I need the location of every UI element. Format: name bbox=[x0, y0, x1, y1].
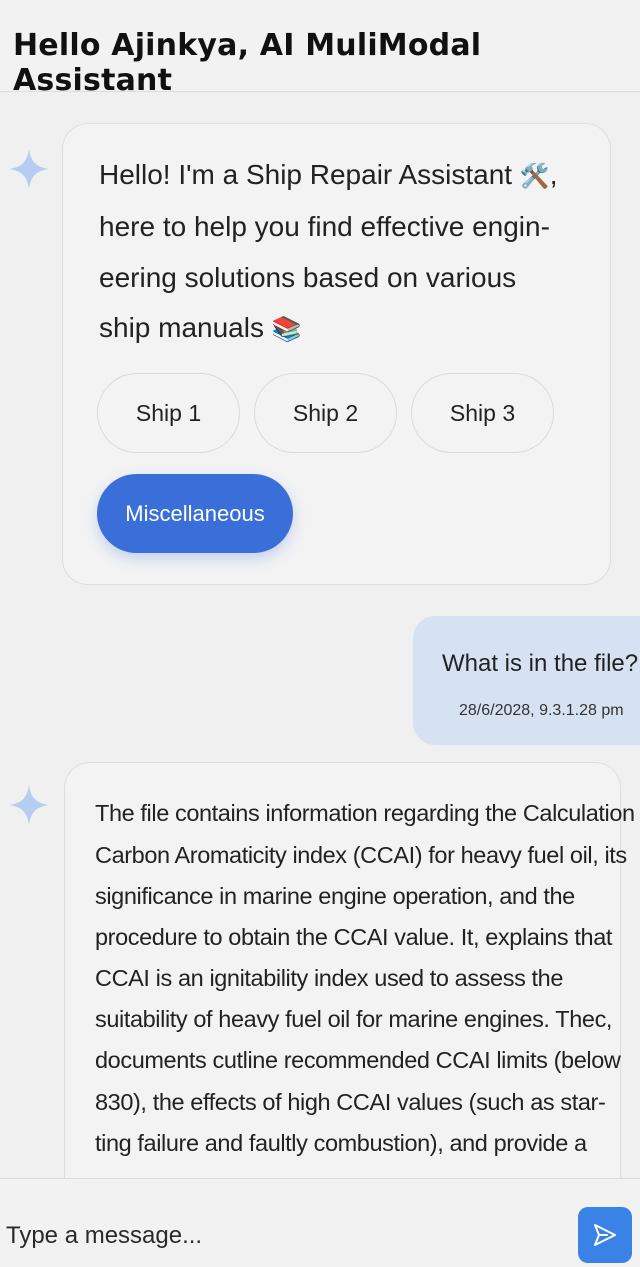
welcome-line: here to help you find effective engin- bbox=[99, 211, 550, 242]
send-button[interactable] bbox=[578, 1207, 632, 1263]
answer-line: The file contains information regarding … bbox=[95, 800, 635, 826]
assistant-answer-card: The file contains information regarding … bbox=[64, 762, 635, 1178]
answer-line: documents cutline recommended CCAI limit… bbox=[95, 1047, 621, 1073]
welcome-line: ship manuals 📚 bbox=[99, 312, 302, 343]
books-icon: 📚 bbox=[271, 316, 302, 343]
welcome-line: Hello! I'm a Ship Repair Assistant 🛠️, bbox=[99, 159, 558, 190]
message-input[interactable] bbox=[6, 1219, 566, 1253]
send-icon bbox=[594, 1224, 616, 1246]
message-composer bbox=[0, 1178, 640, 1267]
miscellaneous-button[interactable]: Miscellaneous bbox=[97, 474, 293, 553]
app-header: Hello Ajinkya, AI MuliModal Assistant bbox=[0, 0, 640, 98]
sparkle-icon bbox=[9, 785, 49, 825]
chat-area[interactable]: Hello! I'm a Ship Repair Assistant 🛠️, h… bbox=[0, 92, 640, 1178]
answer-line: procedure to obtain the CCAI value. It, … bbox=[95, 924, 613, 950]
user-message-text: What is in the file? bbox=[442, 650, 639, 677]
answer-line: 830), the effects of high CCAI values (s… bbox=[95, 1089, 606, 1115]
sparkle-icon bbox=[9, 149, 49, 189]
assistant-welcome-card: Hello! I'm a Ship Repair Assistant 🛠️, h… bbox=[62, 123, 611, 585]
tools-icon: 🛠️ bbox=[519, 163, 550, 190]
message-timestamp: 28/6/2028, 9.3.1.28 pm bbox=[459, 702, 624, 719]
page-title: Hello Ajinkya, AI MuliModal Assistant bbox=[13, 28, 482, 98]
welcome-line: eering solutions based on various bbox=[99, 262, 517, 293]
answer-line: ting failure and faultly combustion), an… bbox=[95, 1130, 587, 1156]
answer-line: Carbon Aromaticity index (CCAI) for heav… bbox=[95, 842, 627, 868]
ship-1-button[interactable]: Ship 1 bbox=[97, 373, 240, 453]
answer-line: CCAI is an ignitability index used to as… bbox=[95, 965, 564, 991]
ship-2-button[interactable]: Ship 2 bbox=[254, 373, 397, 453]
answer-line: significance in marine engine operation,… bbox=[95, 883, 575, 909]
ship-3-button[interactable]: Ship 3 bbox=[411, 373, 554, 453]
user-message-bubble: What is in the file? 28/6/2028, 9.3.1.28… bbox=[413, 616, 640, 745]
answer-line: suitability of heavy fuel oil for marine… bbox=[95, 1006, 613, 1032]
